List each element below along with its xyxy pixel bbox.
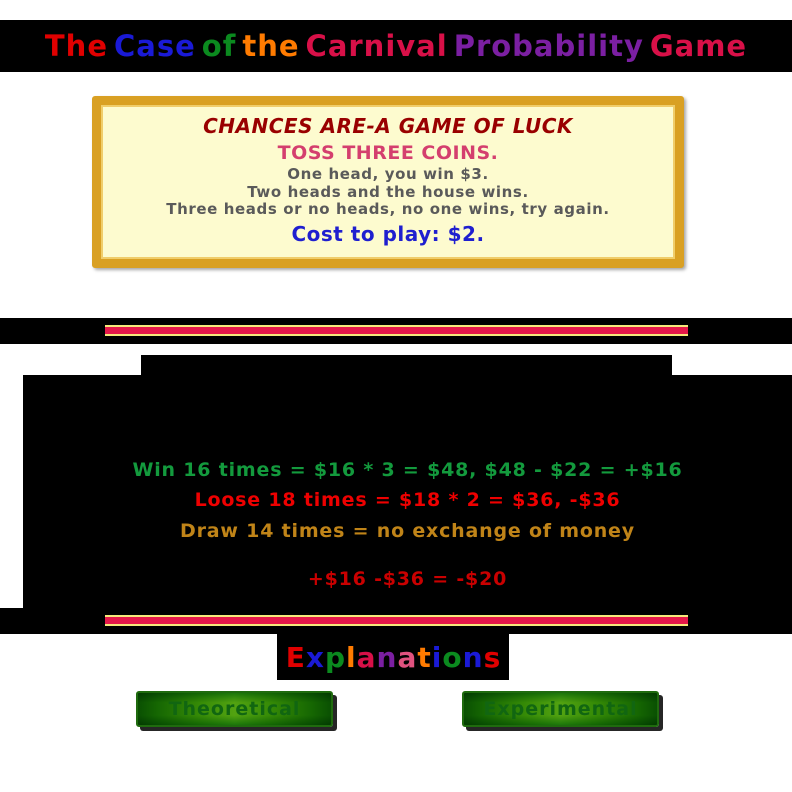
theoretical-button[interactable]: Theoretical: [136, 691, 333, 727]
explanations-letter-8: i: [431, 640, 442, 674]
rules-body-line-3: Three heads or no heads, no one wins, tr…: [166, 200, 610, 219]
page-title: The Case of the Carnival Probability Game: [42, 29, 750, 63]
results-summary: Win 16 times = $16 * 3 = $48, $48 - $22 …: [23, 455, 792, 590]
divider-top-bar: [105, 325, 688, 336]
explanations-letter-4: a: [356, 640, 376, 674]
title-word-4: Carnival: [305, 29, 448, 63]
explanations-letter-5: n: [376, 640, 397, 674]
result-line-win: Win 16 times = $16 * 3 = $48, $48 - $22 …: [132, 459, 683, 481]
title-word-3: the: [242, 29, 300, 63]
game-rules-card: CHANCES ARE-A GAME OF LUCK TOSS THREE CO…: [92, 96, 684, 268]
explanations-heading-box: Explanations: [277, 634, 509, 680]
explanations-letter-3: l: [346, 640, 356, 674]
title-word-2: of: [201, 29, 237, 63]
title-word-0: The: [44, 29, 108, 63]
title-word-6: Game: [649, 29, 748, 63]
explanations-letter-1: x: [305, 640, 324, 674]
rules-headline: CHANCES ARE-A GAME OF LUCK: [203, 114, 573, 138]
divider-bottom: [0, 608, 792, 634]
result-line-total: +$16 -$36 = -$20: [307, 568, 508, 591]
explanations-letter-7: t: [417, 640, 431, 674]
divider-top: [0, 318, 792, 344]
explanations-letter-0: E: [285, 640, 305, 674]
experimental-button[interactable]: Experimental: [462, 691, 659, 727]
theoretical-button-label: Theoretical: [168, 698, 301, 720]
experimental-button-label: Experimental: [483, 698, 638, 720]
rules-cost-to-play: Cost to play: $2.: [291, 222, 485, 247]
results-panel-top-strip: [141, 355, 672, 377]
divider-bottom-bar: [105, 615, 688, 626]
result-line-draw: Draw 14 times = no exchange of money: [180, 519, 635, 542]
rules-subheadline: TOSS THREE COINS.: [277, 141, 499, 164]
explanations-letter-2: p: [324, 640, 346, 674]
explanations-letter-9: o: [442, 640, 462, 674]
explanations-letter-6: a: [397, 640, 417, 674]
explanations-heading: Explanations: [285, 641, 500, 674]
rules-body-line-1: One head, you win $3.: [287, 165, 489, 183]
title-word-5: Probability: [453, 29, 644, 63]
explanations-letter-10: n: [462, 640, 483, 674]
rules-body-line-2: Two heads and the house wins.: [247, 182, 529, 201]
title-word-1: Case: [114, 29, 196, 63]
explanations-letter-11: s: [483, 640, 501, 674]
result-line-loose: Loose 18 times = $18 * 2 = $36, -$36: [194, 489, 621, 512]
title-banner: The Case of the Carnival Probability Game: [0, 20, 792, 72]
